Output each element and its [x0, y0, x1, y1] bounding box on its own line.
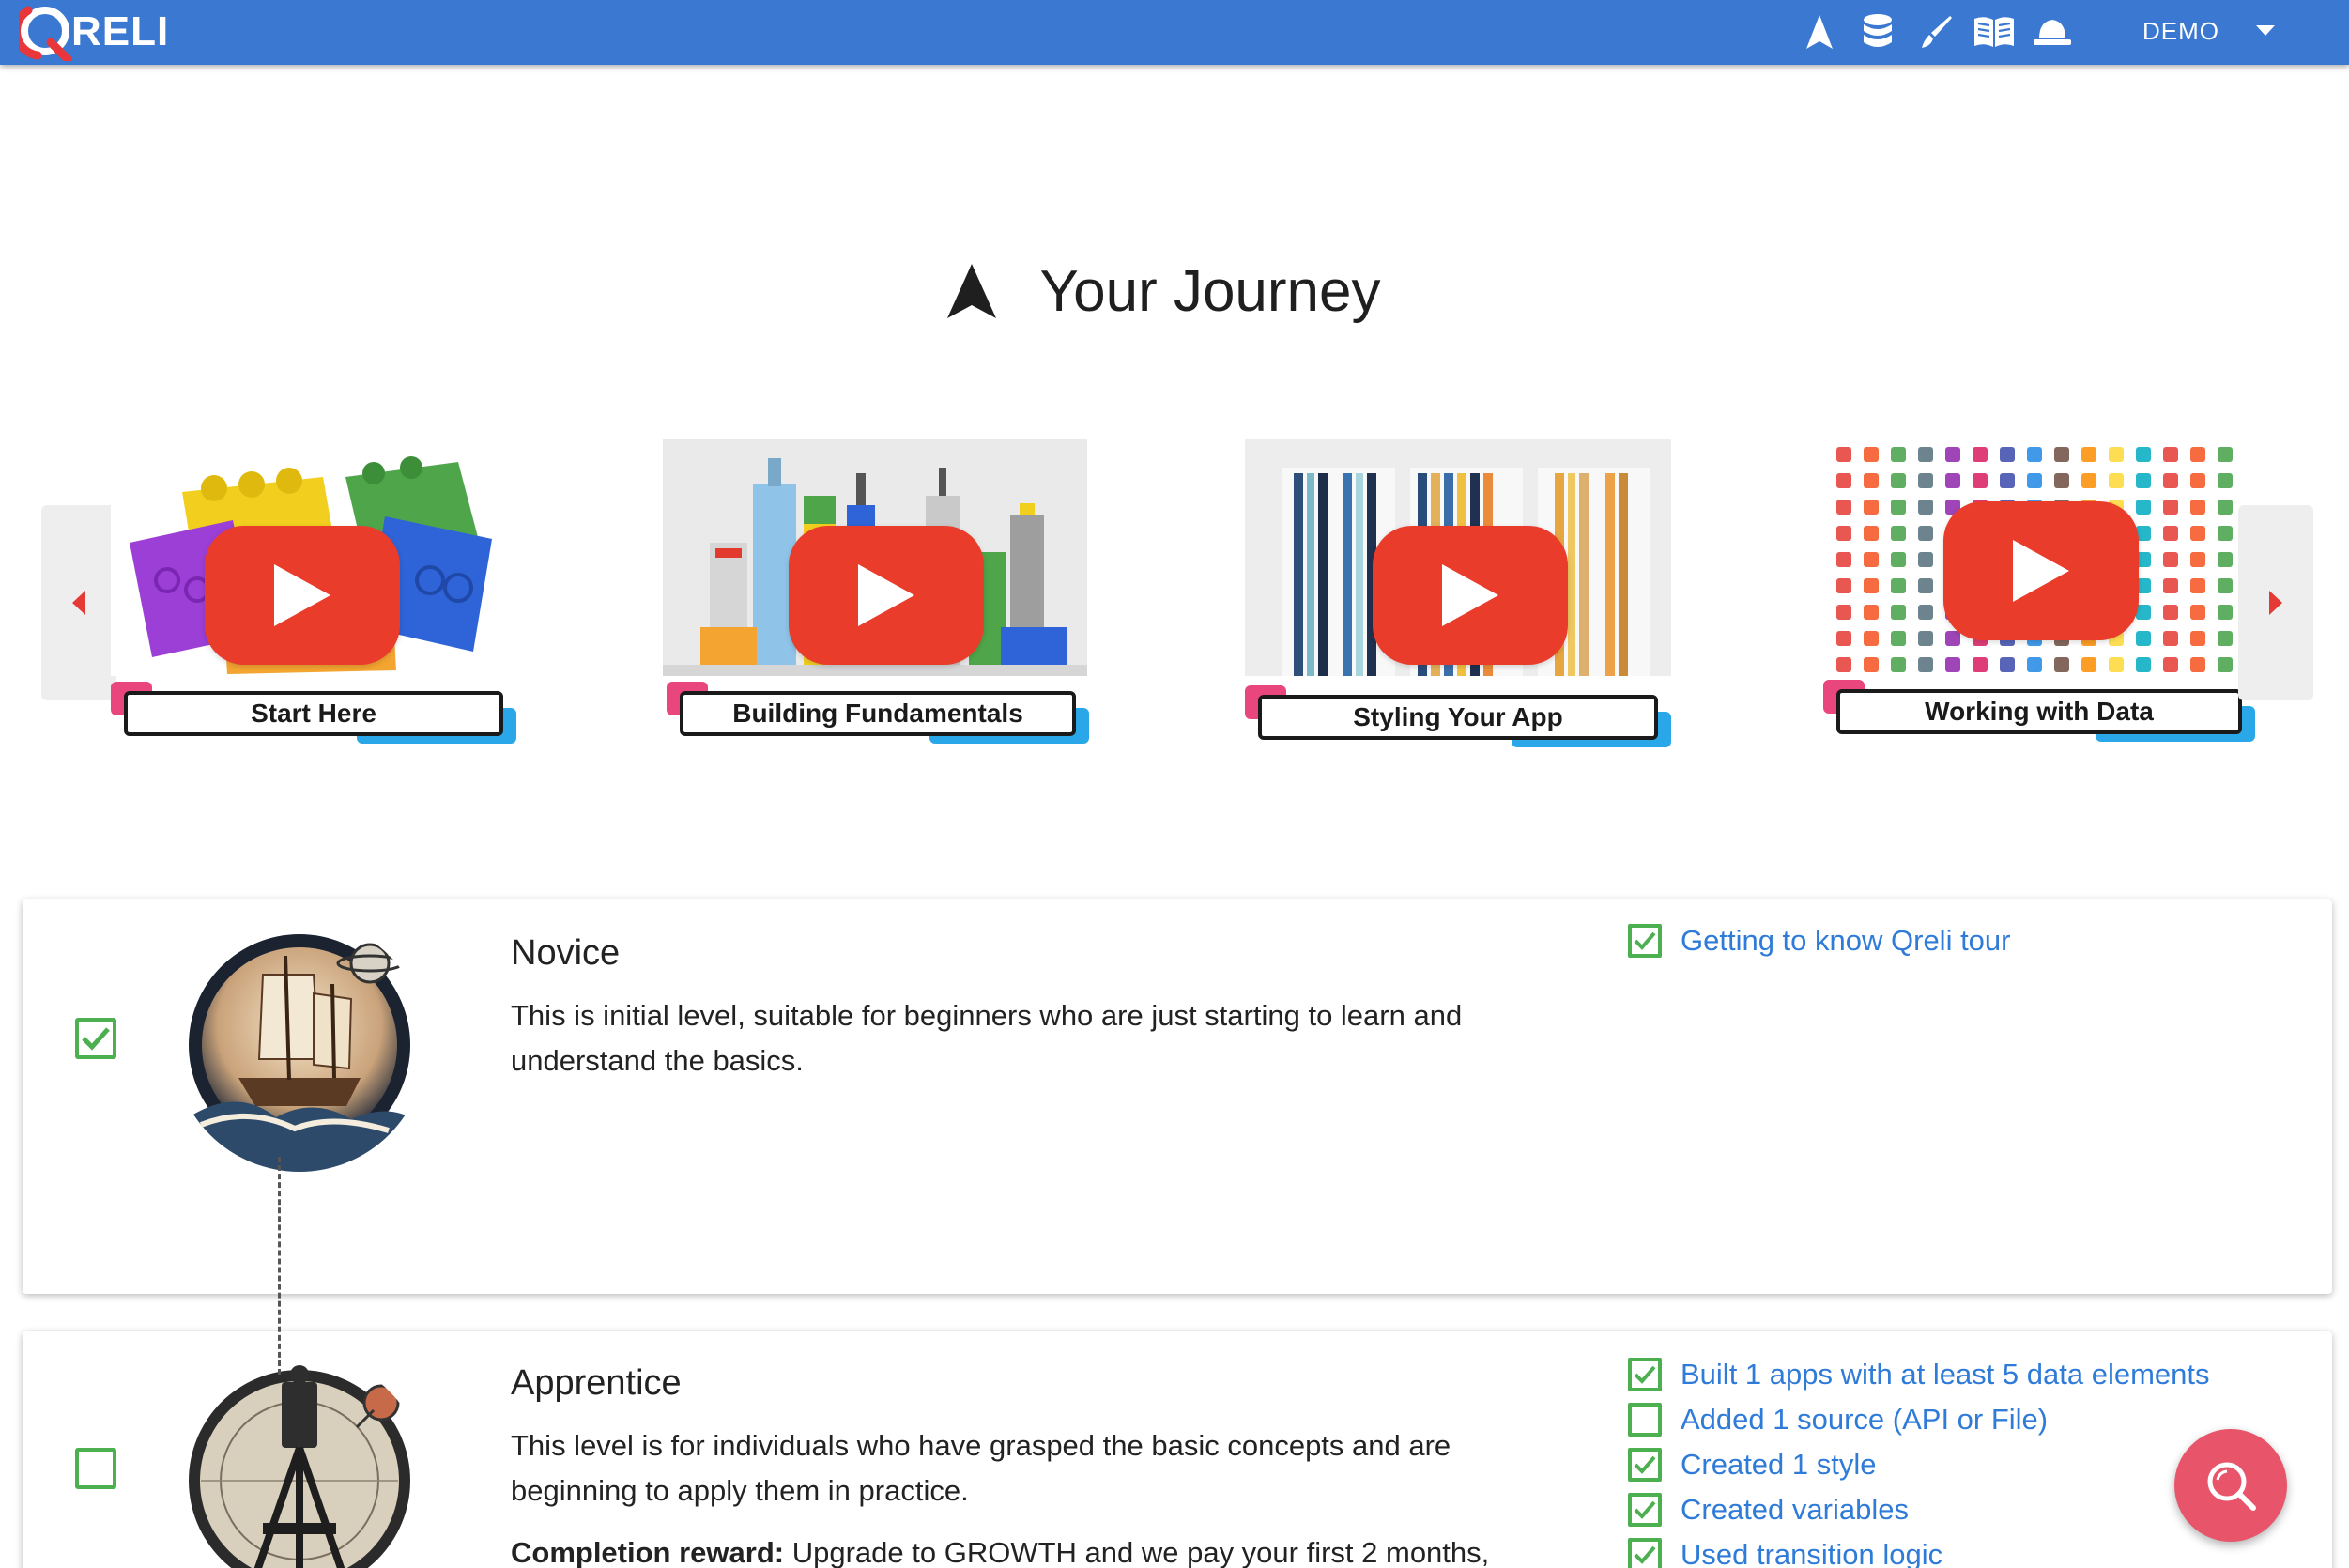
- novice-ship-image: [173, 918, 426, 1172]
- level-checkbox[interactable]: [75, 1018, 116, 1059]
- task-item[interactable]: Created 1 style: [1628, 1442, 2210, 1487]
- video-title: Working with Data: [1836, 689, 2242, 734]
- play-icon: [858, 564, 914, 626]
- checkmark-icon: [1634, 1545, 1656, 1564]
- video-title: Start Here: [124, 691, 503, 736]
- video-title: Styling Your App: [1258, 695, 1658, 740]
- task-list: Getting to know Qreli tour: [1628, 918, 2011, 963]
- play-button[interactable]: [789, 526, 984, 665]
- chevron-down-icon: [2256, 25, 2275, 36]
- video-title-banner: Styling Your App: [1245, 685, 1671, 747]
- chevron-left-icon: [72, 591, 85, 615]
- play-icon: [1442, 564, 1498, 626]
- top-nav-icons: [1798, 11, 2089, 53]
- level-connector-line: [278, 1157, 281, 1375]
- task-checkbox-checked[interactable]: [1628, 1538, 1662, 1568]
- checkmark-icon: [1634, 1455, 1656, 1474]
- video-card-start-here[interactable]: Start Here: [111, 439, 516, 755]
- play-button[interactable]: [1943, 501, 2139, 640]
- reward-label: Completion reward:: [511, 1536, 785, 1568]
- database-icon[interactable]: [1856, 11, 1899, 53]
- play-icon: [274, 564, 330, 626]
- video-card-styling-your-app[interactable]: Styling Your App: [1245, 439, 1671, 755]
- reward-text: Upgrade to GROWTH and we pay your first …: [784, 1536, 1490, 1568]
- search-fab-button[interactable]: [2174, 1429, 2287, 1542]
- task-list: Built 1 apps with at least 5 data elemen…: [1628, 1352, 2210, 1568]
- carousel-prev-button[interactable]: [41, 505, 116, 700]
- task-checkbox-checked[interactable]: [1628, 1358, 1662, 1391]
- carousel-next-button[interactable]: [2238, 505, 2313, 700]
- brush-icon[interactable]: [1914, 11, 1958, 53]
- video-title-banner: Building Fundamentals: [667, 682, 1089, 744]
- journey-icon[interactable]: [1798, 11, 1841, 53]
- video-thumbnail: [663, 439, 1087, 676]
- journey-icon: [947, 264, 997, 318]
- task-item[interactable]: Created variables: [1628, 1487, 2210, 1532]
- qreli-logo[interactable]: RELI: [19, 2, 169, 62]
- logo-q-icon: [19, 6, 72, 61]
- completion-reward: Completion reward: Upgrade to GROWTH and…: [511, 1536, 1489, 1568]
- task-link[interactable]: Added 1 source (API or File): [1681, 1403, 2048, 1437]
- task-item[interactable]: Built 1 apps with at least 5 data elemen…: [1628, 1352, 2210, 1397]
- user-label: DEMO: [2142, 16, 2219, 45]
- play-button[interactable]: [1373, 526, 1568, 665]
- chevron-right-icon: [2269, 591, 2282, 615]
- video-title-banner: Working with Data: [1823, 680, 2255, 742]
- page-title: Your Journey: [1039, 258, 1381, 324]
- level-description: This level is for individuals who have g…: [511, 1429, 1451, 1507]
- task-link[interactable]: Built 1 apps with at least 5 data elemen…: [1681, 1358, 2210, 1391]
- checkmark-icon: [1634, 1500, 1656, 1519]
- checkmark-icon: [1634, 931, 1656, 950]
- task-link[interactable]: Getting to know Qreli tour: [1681, 924, 2011, 958]
- logo-text: RELI: [71, 8, 170, 54]
- apprentice-telescope-image: [173, 1354, 426, 1568]
- level-title: Novice: [511, 933, 621, 973]
- video-title: Building Fundamentals: [680, 691, 1076, 736]
- user-menu[interactable]: DEMO: [2142, 0, 2276, 62]
- level-checkbox[interactable]: [75, 1448, 116, 1489]
- task-item[interactable]: Added 1 source (API or File): [1628, 1397, 2210, 1442]
- book-icon[interactable]: [1973, 11, 2016, 53]
- task-item[interactable]: Getting to know Qreli tour: [1628, 918, 2011, 963]
- video-thumbnail: [1245, 439, 1671, 676]
- video-thumbnail: [1823, 439, 2255, 676]
- search-icon: [2207, 1462, 2256, 1511]
- checkmark-icon: [1634, 1365, 1656, 1384]
- checkmark-icon: [82, 1027, 110, 1051]
- page-heading: Your Journey: [0, 254, 2349, 329]
- level-card-apprentice: Apprentice This level is for individuals…: [23, 1331, 2332, 1568]
- video-thumbnail: [111, 439, 516, 676]
- task-link[interactable]: Used transition logic: [1681, 1538, 1942, 1568]
- level-description: This is initial level, suitable for begi…: [511, 999, 1463, 1077]
- level-card-novice: Novice This is initial level, suitable f…: [23, 899, 2332, 1294]
- top-bar: RELI DEMO: [0, 0, 2349, 65]
- video-card-working-with-data[interactable]: Working with Data: [1823, 439, 2255, 755]
- task-checkbox-checked[interactable]: [1628, 1493, 1662, 1527]
- task-checkbox-checked[interactable]: [1628, 1448, 1662, 1482]
- play-icon: [2013, 540, 2069, 602]
- video-card-building-fundamentals[interactable]: Building Fundamentals: [663, 439, 1089, 755]
- task-checkbox-unchecked[interactable]: [1628, 1403, 1662, 1437]
- level-title: Apprentice: [511, 1363, 682, 1403]
- task-link[interactable]: Created variables: [1681, 1493, 1909, 1527]
- task-checkbox-checked[interactable]: [1628, 924, 1662, 958]
- task-item[interactable]: Used transition logic: [1628, 1532, 2210, 1568]
- play-button[interactable]: [205, 526, 400, 665]
- video-title-banner: Start Here: [111, 682, 516, 744]
- hat-icon[interactable]: [2031, 11, 2074, 53]
- task-link[interactable]: Created 1 style: [1681, 1448, 1877, 1482]
